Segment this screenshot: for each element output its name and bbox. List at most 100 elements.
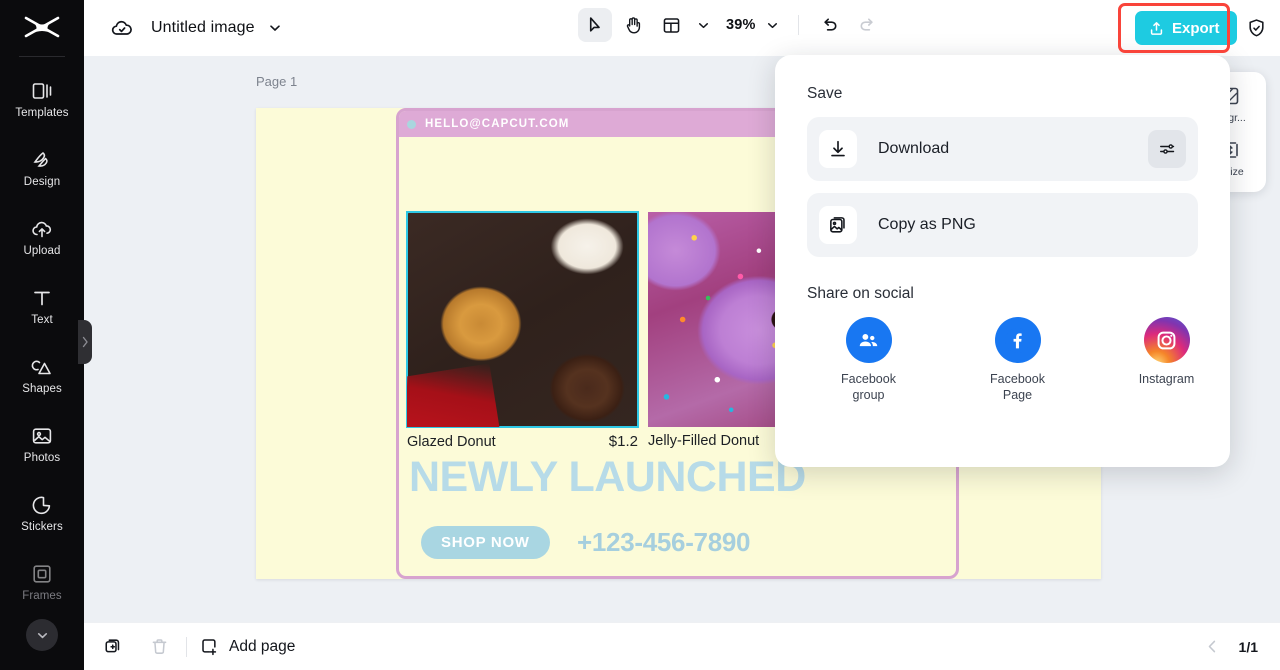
sidebar-item-upload[interactable]: Upload <box>0 203 84 272</box>
download-settings-button[interactable] <box>1148 130 1186 168</box>
sidebar-item-label: Upload <box>23 245 61 258</box>
redo-icon <box>860 17 873 31</box>
document-title[interactable]: Untitled image <box>151 19 255 37</box>
hand-icon <box>626 16 640 33</box>
stickers-icon <box>30 493 54 517</box>
copy-image-icon <box>819 206 857 244</box>
chevron-down-icon <box>37 632 47 638</box>
duplicate-page-icon <box>104 639 119 653</box>
sidebar-item-frames[interactable]: Frames <box>0 548 84 617</box>
chevron-down-icon <box>698 22 708 28</box>
bottom-bar: Add page 1/1 <box>84 622 1280 670</box>
sidebar-item-label: Stickers <box>21 521 63 534</box>
shield-check-icon[interactable] <box>1242 14 1270 42</box>
delete-page-button[interactable] <box>144 632 174 662</box>
upload-cloud-icon <box>30 217 54 241</box>
zoom-level-value[interactable]: 39% <box>726 17 756 33</box>
sidebar-item-stickers[interactable]: Stickers <box>0 479 84 548</box>
sidebar-item-templates[interactable]: Templates <box>0 65 84 134</box>
download-label: Download <box>878 140 950 157</box>
photos-icon <box>30 424 54 448</box>
duplicate-page-button[interactable] <box>98 632 128 662</box>
product-price: $1.2 <box>608 433 638 450</box>
sidebar-item-label: Frames <box>22 590 62 603</box>
redo-button[interactable] <box>851 8 885 42</box>
sidebar-item-label: Text <box>31 314 53 327</box>
sidebar-item-label: Templates <box>15 107 69 120</box>
add-page-icon <box>199 636 220 657</box>
share-label: Instagram <box>1138 372 1195 386</box>
instagram-icon <box>1143 317 1190 363</box>
share-section-heading: Share on social <box>807 285 914 302</box>
cloud-saved-icon[interactable] <box>110 16 134 40</box>
sidebar-item-label: Shapes <box>22 383 62 396</box>
copy-as-png-menu-item[interactable]: Copy as PNG <box>807 193 1198 257</box>
canvas-tools-group: 39% <box>578 8 885 42</box>
select-tool-button[interactable] <box>578 8 612 42</box>
download-icon <box>819 130 857 168</box>
undo-button[interactable] <box>813 8 847 42</box>
product-name: Glazed Donut <box>407 434 496 450</box>
page-navigation: 1/1 <box>1204 638 1258 655</box>
social-share-group: Facebook group Facebook Page Instagram <box>807 317 1198 404</box>
share-instagram-button[interactable]: Instagram <box>1135 317 1198 404</box>
poster-product-item[interactable]: Glazed Donut $1.2 <box>406 211 639 450</box>
poster-header-dot <box>407 119 416 129</box>
add-page-label: Add page <box>229 637 296 655</box>
sidebar-item-label: Design <box>23 176 61 189</box>
page-label: Page 1 <box>256 74 298 89</box>
chevron-right-icon <box>82 336 88 348</box>
design-icon <box>30 148 54 172</box>
text-icon <box>30 286 54 310</box>
sidebar-more-button[interactable] <box>26 619 58 651</box>
chevron-down-icon[interactable] <box>267 20 283 36</box>
layout-grid-icon <box>663 17 679 33</box>
sidebar-item-text[interactable]: Text <box>0 272 84 341</box>
facebook-icon <box>994 317 1041 363</box>
sidebar-item-design[interactable]: Design <box>0 134 84 203</box>
share-label: Facebook group <box>841 372 896 403</box>
sliders-icon <box>1160 144 1175 154</box>
sidebar-item-label: Photos <box>23 452 61 465</box>
sidebar-collapse-handle[interactable] <box>78 320 92 364</box>
share-label: Facebook Page <box>990 372 1045 403</box>
chevron-left-icon <box>1208 640 1215 653</box>
shop-now-button[interactable]: SHOP NOW <box>421 526 550 559</box>
download-menu-item[interactable]: Download <box>807 117 1198 181</box>
share-facebook-group-button[interactable]: Facebook group <box>837 317 900 404</box>
save-section-heading: Save <box>807 85 843 102</box>
cursor-arrow-icon <box>589 16 600 32</box>
trash-icon <box>152 639 166 654</box>
export-button[interactable]: Export <box>1135 11 1237 45</box>
product-caption-row: Glazed Donut $1.2 <box>407 433 638 450</box>
share-facebook-page-button[interactable]: Facebook Page <box>986 317 1049 404</box>
glazed-chocolate-donuts-photo[interactable] <box>406 211 639 428</box>
zoom-caret-button[interactable] <box>762 8 784 42</box>
copy-as-png-label: Copy as PNG <box>878 216 976 233</box>
capcut-editor-window: Templates Design Upload Text Shapes Phot… <box>0 0 1280 670</box>
toolbar-divider <box>797 15 799 35</box>
undo-icon <box>824 17 837 31</box>
chevron-down-icon <box>768 22 778 28</box>
add-page-button[interactable]: Add page <box>199 636 295 657</box>
templates-icon <box>30 79 54 103</box>
sidebar-item-photos[interactable]: Photos <box>0 410 84 479</box>
export-button-label: Export <box>1172 19 1220 37</box>
export-upload-icon <box>1148 20 1165 37</box>
shapes-icon <box>30 355 54 379</box>
poster-phone-number[interactable]: +123-456-7890 <box>577 527 751 558</box>
layout-caret-button[interactable] <box>692 8 714 42</box>
product-name: Jelly-Filled Donut <box>648 433 760 449</box>
sidebar-item-shapes[interactable]: Shapes <box>0 341 84 410</box>
poster-header-email: HELLO@CAPCUT.COM <box>425 118 570 130</box>
prev-page-button[interactable] <box>1204 638 1221 655</box>
sidebar-divider <box>19 56 65 57</box>
layout-tool-button[interactable] <box>654 8 688 42</box>
left-sidebar: Templates Design Upload Text Shapes Phot… <box>0 0 84 670</box>
export-dropdown-menu: Save Download Copy as PNG Share on socia… <box>775 55 1230 467</box>
page-count-label: 1/1 <box>1238 638 1258 655</box>
capcut-logo-icon[interactable] <box>0 0 84 56</box>
hand-tool-button[interactable] <box>616 8 650 42</box>
bottombar-divider <box>186 636 187 657</box>
top-toolbar: Untitled image 39% <box>84 0 1280 56</box>
